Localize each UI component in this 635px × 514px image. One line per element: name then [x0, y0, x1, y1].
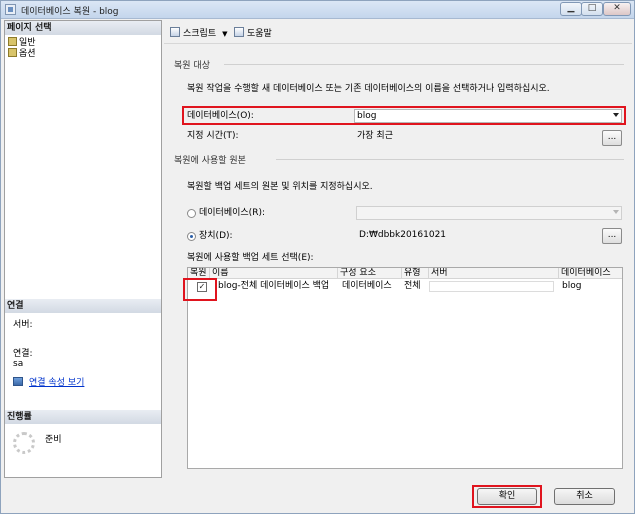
title-bar[interactable]: 데이터베이스 복원 - blog ▁ □ ✕	[1, 1, 634, 19]
progress-header: 진행률	[5, 410, 161, 424]
nav-item-general[interactable]: 일반	[8, 37, 36, 48]
progress-spinner-icon	[13, 432, 35, 454]
highlight-box	[182, 106, 626, 125]
server-label: 서버:	[13, 320, 33, 330]
backup-set-database: blog	[562, 281, 582, 291]
nav-item-options[interactable]: 옵션	[8, 48, 36, 59]
connection-header: 연결	[5, 299, 161, 313]
right-pane: 스크립트 ▼ 도움말 복원 대상 복원 작업을 수행할 새 데이터베이스 또는 기…	[164, 20, 632, 478]
backup-sets-grid[interactable]: 복원 이름 구성 요소 유형 서버 데이터베이스 ✓ blog-전체 데이터베이…	[187, 267, 623, 469]
from-database-label: 데이터베이스(R):	[199, 208, 265, 218]
column-header-database[interactable]: 데이터베이스	[559, 268, 622, 279]
backup-set-component: 데이터베이스	[342, 281, 392, 291]
close-button[interactable]: ✕	[603, 2, 631, 16]
backup-set-name: blog-전체 데이터베이스 백업	[218, 281, 330, 291]
backup-set-type: 전체	[404, 281, 421, 291]
toolbar: 스크립트 ▼ 도움말	[164, 20, 632, 44]
restore-target-group: 복원 대상	[174, 61, 210, 71]
chevron-down-icon: ▼	[222, 30, 228, 38]
help-icon	[234, 27, 244, 37]
left-pane: 페이지 선택 일반 옵션 연결 서버: 연결: sa 연결 속성 보기 진행률 …	[4, 20, 162, 478]
point-in-time-label: 지정 시간(T):	[187, 131, 239, 141]
from-device-radio[interactable]	[187, 232, 196, 241]
from-database-radio[interactable]	[187, 209, 196, 218]
column-header-name[interactable]: 이름	[210, 268, 338, 279]
backup-set-server	[429, 281, 554, 292]
page-icon	[8, 37, 17, 46]
from-device-label: 장치(D):	[199, 231, 233, 241]
minimize-button[interactable]: ▁	[560, 2, 582, 16]
point-in-time-browse-button[interactable]: ...	[602, 130, 622, 146]
app-icon	[5, 4, 16, 15]
connection-value: sa	[13, 359, 24, 369]
restore-target-description: 복원 작업을 수행할 새 데이터베이스 또는 기존 데이터베이스의 이름을 선택…	[187, 84, 550, 94]
script-button[interactable]: 스크립트 ▼	[170, 27, 228, 40]
column-header-type[interactable]: 유형	[402, 268, 429, 279]
restore-source-description: 복원할 백업 세트의 원본 및 위치를 지정하십시오.	[187, 182, 373, 192]
point-in-time-value: 가장 최근	[357, 131, 393, 141]
highlight-box	[183, 278, 217, 301]
dropdown-arrow-icon	[613, 210, 619, 214]
restore-source-group: 복원에 사용할 원본	[174, 156, 246, 166]
help-button[interactable]: 도움말	[234, 27, 272, 40]
column-header-server[interactable]: 서버	[429, 268, 559, 279]
page-select-header: 페이지 선택	[5, 21, 161, 35]
view-connection-properties-link[interactable]: 연결 속성 보기	[13, 377, 84, 389]
from-database-combo[interactable]	[356, 206, 622, 220]
maximize-button[interactable]: □	[581, 2, 603, 16]
progress-status: 준비	[45, 435, 62, 445]
group-divider	[224, 64, 624, 65]
dialog-footer: 확인 취소	[1, 480, 634, 513]
connection-properties-icon	[13, 377, 23, 386]
group-divider	[276, 159, 624, 160]
script-icon	[170, 27, 180, 37]
window-title: 데이터베이스 복원 - blog	[21, 7, 119, 17]
highlight-box	[472, 485, 542, 508]
column-header-component[interactable]: 구성 요소	[338, 268, 402, 279]
cancel-button[interactable]: 취소	[554, 488, 615, 505]
restore-database-window: 데이터베이스 복원 - blog ▁ □ ✕ 페이지 선택 일반 옵션 연결 서…	[0, 0, 635, 514]
backup-sets-label: 복원에 사용할 백업 세트 선택(E):	[187, 253, 314, 263]
device-browse-button[interactable]: ...	[602, 228, 622, 244]
device-path-value: D:₩dbbk20161021	[359, 230, 447, 240]
page-icon	[8, 48, 17, 57]
